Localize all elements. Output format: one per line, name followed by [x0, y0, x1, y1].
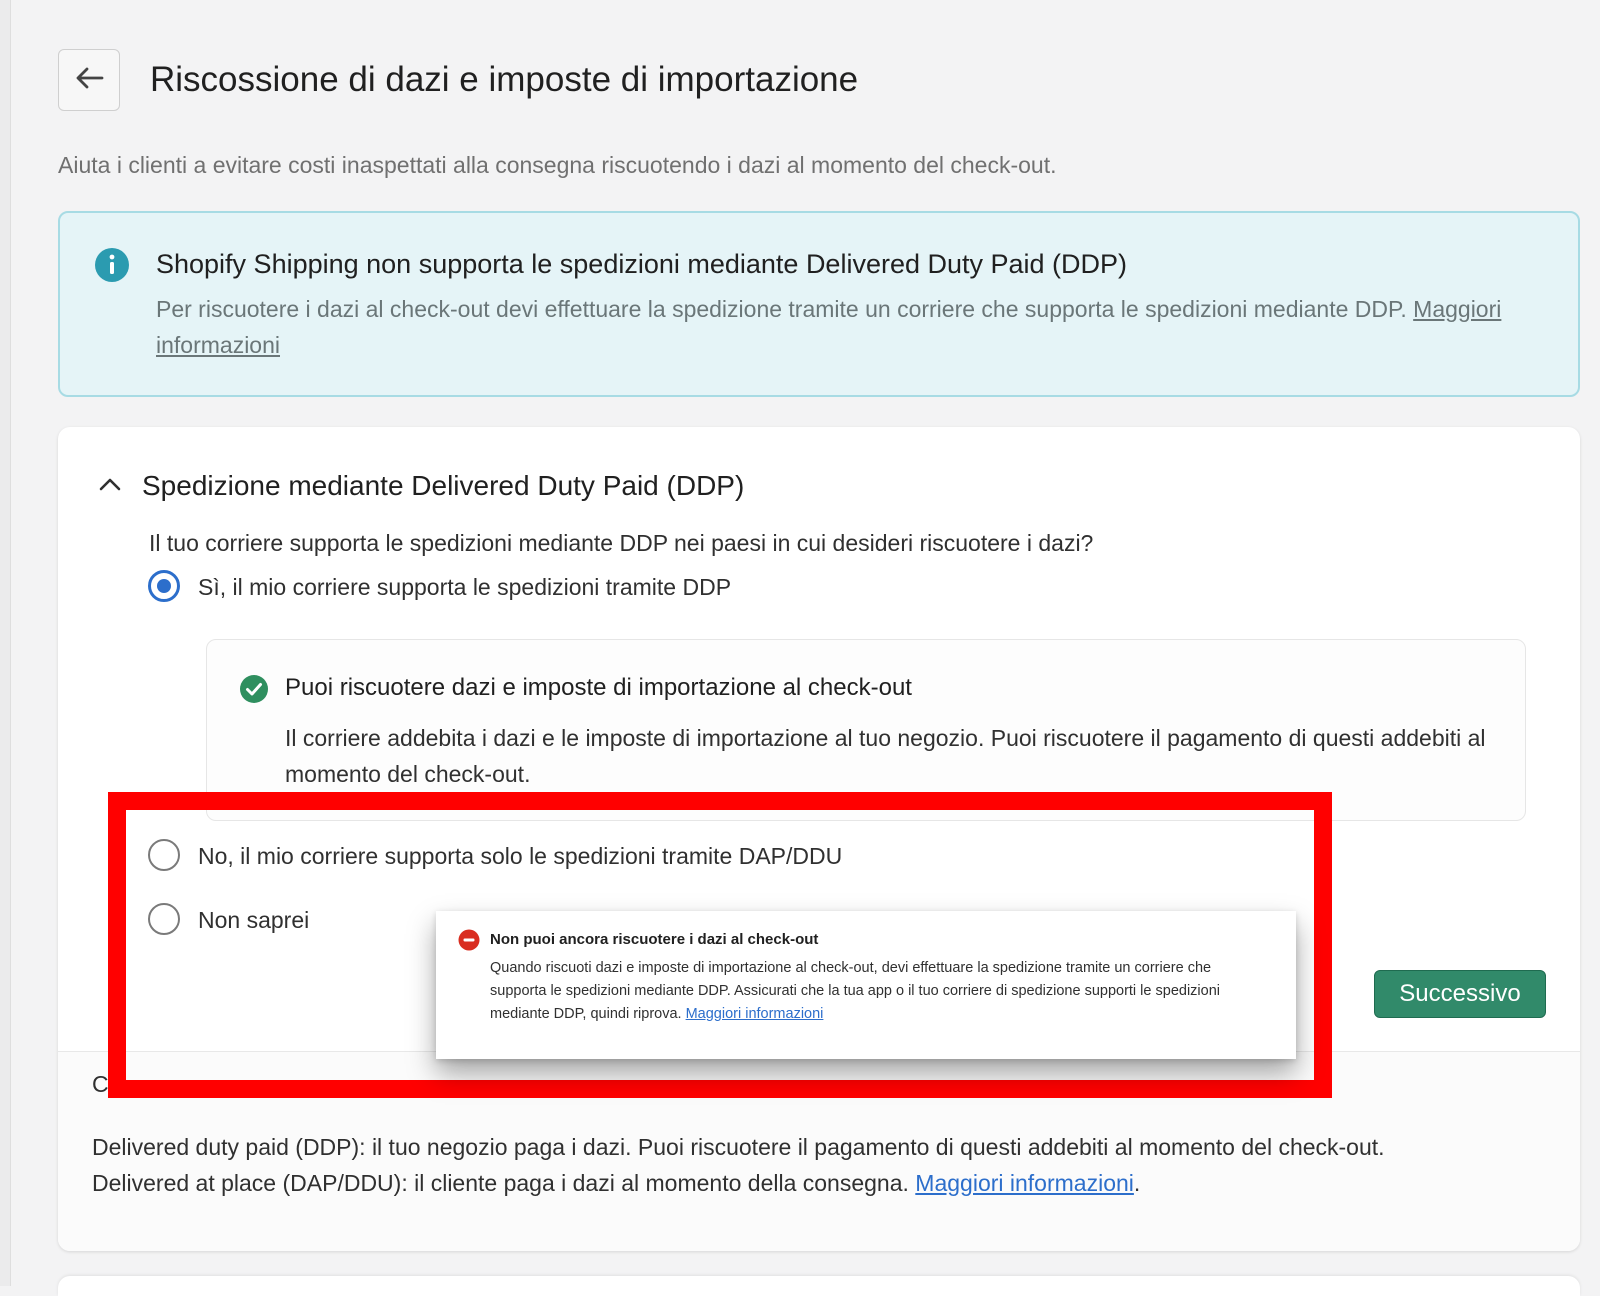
- ddp-card: Spedizione mediante Delivered Duty Paid …: [58, 427, 1580, 1251]
- error-learn-more-link[interactable]: Maggiori informazioni: [686, 1006, 824, 1022]
- check-circle-icon: [239, 674, 269, 709]
- radio-yes-label[interactable]: Sì, il mio corriere supporta le spedizio…: [198, 574, 731, 601]
- radio-no-label[interactable]: No, il mio corriere supporta solo le spe…: [198, 843, 842, 870]
- success-callout: Puoi riscuotere dazi e imposte di import…: [206, 639, 1526, 821]
- ddp-question: Il tuo corriere supporta le spedizioni m…: [149, 530, 1094, 556]
- next-card-edge: [58, 1276, 1580, 1296]
- error-circle-icon: [458, 929, 480, 956]
- radio-unsure-label[interactable]: Non saprei: [198, 907, 309, 934]
- section-title[interactable]: Spedizione mediante Delivered Duty Paid …: [142, 470, 744, 502]
- info-banner-body: Per riscuotere i dazi al check-out devi …: [156, 296, 1502, 358]
- radio-no[interactable]: [148, 839, 180, 871]
- success-title: Puoi riscuotere dazi e imposte di import…: [285, 674, 912, 701]
- footer-partial-text: C: [92, 1071, 109, 1097]
- error-title: Non puoi ancora riscuotere i dazi al che…: [490, 931, 819, 948]
- footer-learn-more-link[interactable]: Maggiori informazioni: [915, 1170, 1134, 1196]
- next-button[interactable]: Successivo: [1374, 970, 1546, 1018]
- error-body: Quando riscuoti dazi e imposte di import…: [490, 960, 1220, 1022]
- info-banner: Shopify Shipping non supporta le spedizi…: [58, 211, 1580, 397]
- back-button[interactable]: [58, 49, 120, 111]
- arrow-left-icon: [74, 66, 104, 95]
- chevron-up-icon[interactable]: [98, 475, 122, 498]
- footer-explanation: Delivered duty paid (DDP): il tuo negozi…: [92, 1134, 1385, 1196]
- info-banner-title: Shopify Shipping non supporta le spedizi…: [156, 249, 1128, 279]
- info-icon: [94, 247, 130, 288]
- sidebar-edge: [0, 0, 11, 1286]
- page-title: Riscossione di dazi e imposte di importa…: [150, 60, 859, 99]
- success-body: Il corriere addebita i dazi e le imposte…: [285, 725, 1486, 787]
- page-subtitle: Aiuta i clienti a evitare costi inaspett…: [58, 152, 1057, 178]
- radio-unsure[interactable]: [148, 903, 180, 935]
- radio-yes[interactable]: [148, 570, 180, 602]
- error-callout: Non puoi ancora riscuotere i dazi al che…: [436, 911, 1296, 1059]
